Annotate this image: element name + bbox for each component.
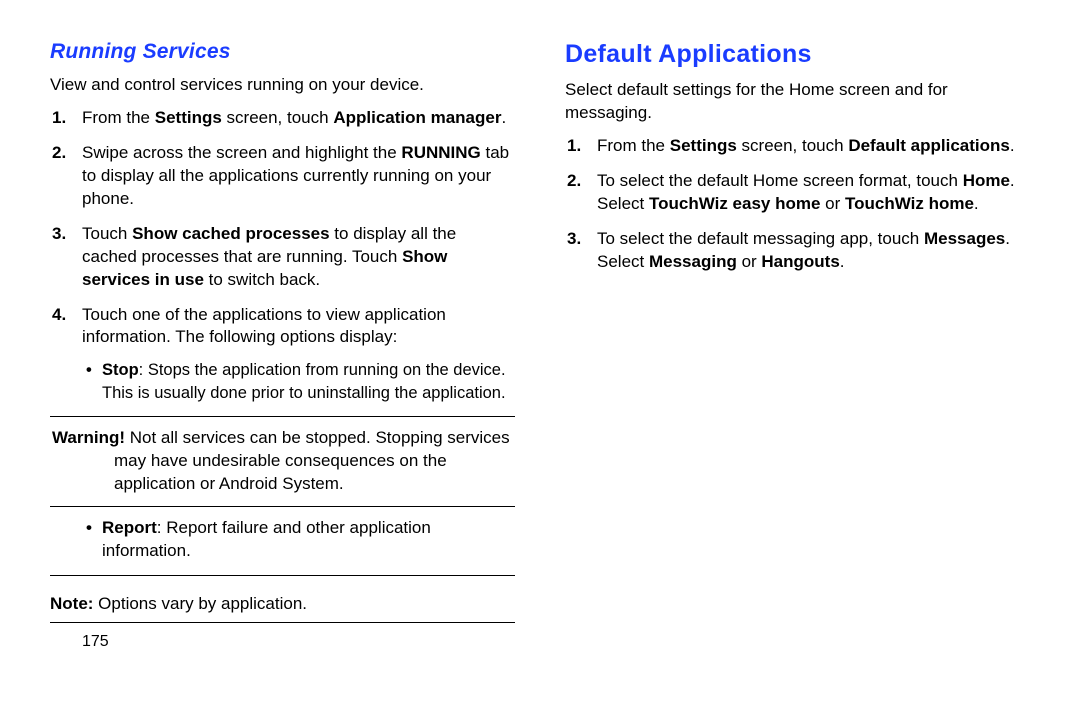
step-4: Touch one of the applications to view ap… (82, 304, 515, 404)
warning-text: Warning! Not all services can be stopped… (52, 427, 513, 496)
left-column: Running Services View and control servic… (50, 40, 545, 700)
warning-block: Warning! Not all services can be stopped… (50, 416, 515, 507)
step-1: From the Settings screen, touch Applicat… (82, 107, 515, 130)
page-number: 175 (50, 633, 515, 651)
step-2: Swipe across the screen and highlight th… (82, 142, 515, 211)
step-2: To select the default Home screen format… (597, 170, 1030, 216)
running-services-steps: From the Settings screen, touch Applicat… (50, 107, 515, 404)
step-4-bullets: Stop: Stops the application from running… (82, 359, 515, 404)
bullet-stop: Stop: Stops the application from running… (102, 359, 515, 404)
step-3: Touch Show cached processes to display a… (82, 223, 515, 292)
running-services-intro: View and control services running on you… (50, 74, 515, 97)
right-column: Default Applications Select default sett… (545, 40, 1050, 700)
step-3: To select the default messaging app, tou… (597, 228, 1030, 274)
bullet-report-list: Report: Report failure and other applica… (50, 517, 515, 576)
default-applications-intro: Select default settings for the Home scr… (565, 79, 1030, 125)
running-services-heading: Running Services (50, 40, 515, 64)
default-applications-steps: From the Settings screen, touch Default … (565, 135, 1030, 274)
step-1: From the Settings screen, touch Default … (597, 135, 1030, 158)
default-applications-heading: Default Applications (565, 40, 1030, 69)
bullet-report: Report: Report failure and other applica… (102, 517, 515, 563)
note-block: Note: Options vary by application. (50, 586, 515, 623)
